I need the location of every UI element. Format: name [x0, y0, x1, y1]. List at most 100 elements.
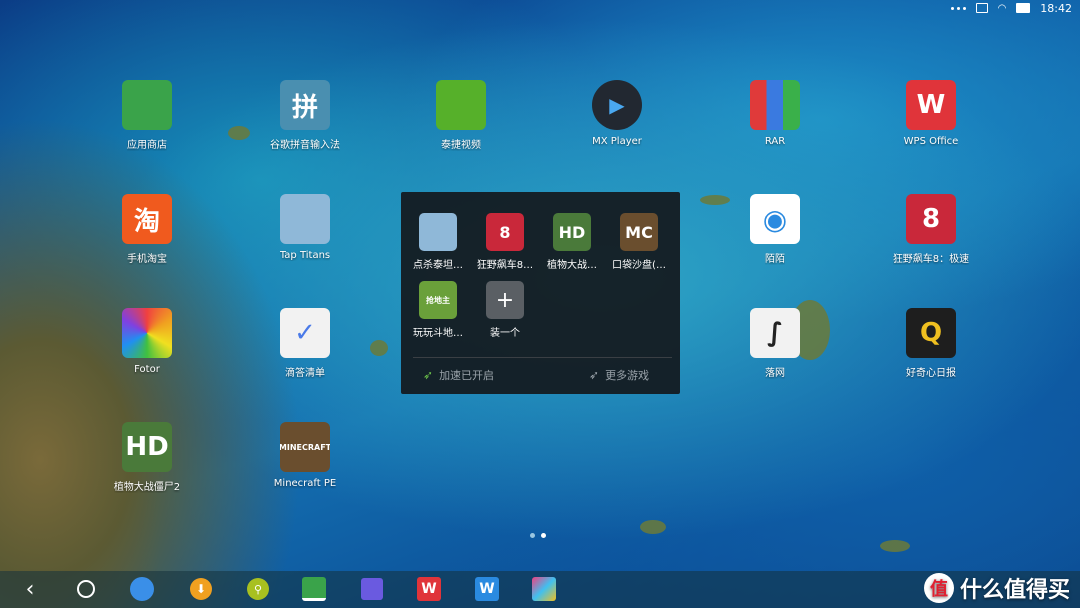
app-swan[interactable]: ∫ 落网 [720, 308, 830, 379]
home-button[interactable] [74, 577, 98, 601]
app-label: 滴答清单 [285, 368, 325, 379]
more-games-button[interactable]: ➶ 更多游戏 [589, 367, 649, 383]
swan-icon: ∫ [750, 308, 800, 358]
browser-dock-button[interactable] [130, 577, 154, 601]
folder-app-label: 装一个 [490, 328, 520, 339]
app-taobao[interactable]: 淘手机淘宝 [92, 194, 202, 265]
archive-icon [750, 80, 800, 130]
rocket-grey-icon: ➶ [589, 368, 600, 382]
chat-icon: ◉ [750, 194, 800, 244]
folder-app-label: 点杀泰坦… [413, 260, 463, 271]
app-label: 手机淘宝 [127, 254, 167, 265]
app-camera[interactable]: Fotor [92, 308, 202, 375]
writer-icon: W [475, 577, 499, 601]
app-label: Tap Titans [279, 250, 331, 261]
video-icon [436, 80, 486, 130]
app-chat[interactable]: ◉ 陌陌 [720, 194, 830, 265]
folder-app-label: 玩玩斗地… [413, 328, 463, 339]
gallery-icon [532, 577, 556, 601]
folder-app-label: 植物大战… [547, 260, 597, 271]
folder-app-label: 口袋沙盘(… [612, 260, 666, 271]
camera-icon [122, 308, 172, 358]
page-dot-active [541, 533, 546, 538]
search-dock-button[interactable]: ⚲ [246, 577, 270, 601]
gallery-dock-button[interactable] [532, 577, 556, 601]
checklist-icon: ✓ [280, 308, 330, 358]
app-label: 应用商店 [127, 140, 167, 151]
app-label: RAR [764, 136, 786, 147]
message-icon [361, 578, 383, 600]
chat-dock-button[interactable] [360, 577, 384, 601]
q-icon: Q [906, 308, 956, 358]
keyboard-icon: 拼 [280, 80, 330, 130]
app-label: 植物大战僵尸2 [113, 482, 181, 493]
zombie-icon: HD [122, 422, 172, 472]
racing-icon: 8 [486, 213, 524, 251]
play-icon: ▶ [592, 80, 642, 130]
app-archive[interactable]: RAR [720, 80, 830, 147]
app-label: 狂野飙车8：极速 [892, 254, 970, 265]
download-icon: ⬇ [190, 578, 212, 600]
app-app-store[interactable]: 应用商店 [92, 80, 202, 151]
download-dock-button[interactable]: ⬇ [189, 577, 213, 601]
app-checklist[interactable]: ✓ 滴答清单 [250, 308, 360, 379]
dock: ‹ ⬇ ⚲ W W [0, 571, 1080, 608]
home-circle-icon [77, 580, 95, 598]
app-video[interactable]: 泰捷视频 [406, 80, 516, 151]
boost-status[interactable]: ➶ 加速已开启 [423, 367, 494, 383]
wps-icon: W [417, 577, 441, 601]
back-button[interactable]: ‹ [18, 577, 42, 602]
page-dot [530, 533, 535, 538]
zombie-icon: HD [553, 213, 591, 251]
taobao-icon: 淘 [122, 194, 172, 244]
app-wps[interactable]: W WPS Office [876, 80, 986, 147]
folder-app-racing[interactable]: 8 狂野飙车8… [472, 213, 538, 271]
more-dots-icon [950, 6, 966, 10]
app-q[interactable]: Q 好奇心日报 [876, 308, 986, 379]
app-label: Minecraft PE [273, 478, 337, 489]
game-folder: 点杀泰坦… 8 狂野飙车8… HD 植物大战… MC 口袋沙盘(… 抢地主 玩玩斗地… + 装一个 … [401, 192, 680, 394]
folder-app-cards[interactable]: 抢地主玩玩斗地… [405, 281, 471, 339]
folder-app-zombie[interactable]: HD 植物大战… [539, 213, 605, 271]
app-store-icon [302, 577, 326, 601]
wps-icon: W [906, 80, 956, 130]
minecraft-icon: MC [620, 213, 658, 251]
more-games-label: 更多游戏 [605, 369, 650, 382]
app-label: 泰捷视频 [441, 140, 481, 151]
app-label: 陌陌 [765, 254, 785, 265]
racing-icon: 8 [906, 194, 956, 244]
boost-label: 加速已开启 [439, 369, 495, 382]
app-minecraft[interactable]: MINECRAFT Minecraft PE [250, 422, 360, 489]
battery-icon [1016, 3, 1031, 13]
wps-dock-button[interactable]: W [417, 577, 441, 601]
app-store-dock-button[interactable] [302, 577, 326, 601]
status-bar: ◠ 18:42 [0, 0, 1080, 16]
screen-icon [975, 3, 988, 13]
wifi-icon: ◠ [997, 2, 1007, 14]
writer-dock-button[interactable]: W [475, 577, 499, 601]
app-racing[interactable]: 8 狂野飙车8：极速 [876, 194, 986, 265]
game-icon [419, 213, 457, 251]
app-label: WPS Office [903, 136, 959, 147]
watermark: 值 什么值得买 [923, 572, 1070, 604]
app-zombie[interactable]: HD 植物大战僵尸2 [92, 422, 202, 493]
folder-divider [413, 357, 672, 358]
folder-app-plus[interactable]: + 装一个 [472, 281, 538, 339]
cards-icon: 抢地主 [419, 281, 457, 319]
globe-icon [130, 577, 154, 601]
folder-app-label: 狂野飙车8… [476, 260, 534, 271]
app-play[interactable]: ▶ MX Player [562, 80, 672, 147]
app-keyboard[interactable]: 拼谷歌拼音输入法 [250, 80, 360, 151]
folder-app-game[interactable]: 点杀泰坦… [405, 213, 471, 271]
game-icon [280, 194, 330, 244]
minecraft-icon: MINECRAFT [280, 422, 330, 472]
status-time: 18:42 [1040, 1, 1072, 15]
app-label: 落网 [765, 368, 785, 379]
app-game[interactable]: Tap Titans [250, 194, 360, 261]
search-icon: ⚲ [247, 578, 269, 600]
folder-app-minecraft[interactable]: MC 口袋沙盘(… [606, 213, 672, 271]
app-label: 谷歌拼音输入法 [270, 140, 340, 151]
page-indicator [530, 533, 546, 538]
app-store-icon [122, 80, 172, 130]
watermark-text: 什么值得买 [959, 578, 1070, 603]
